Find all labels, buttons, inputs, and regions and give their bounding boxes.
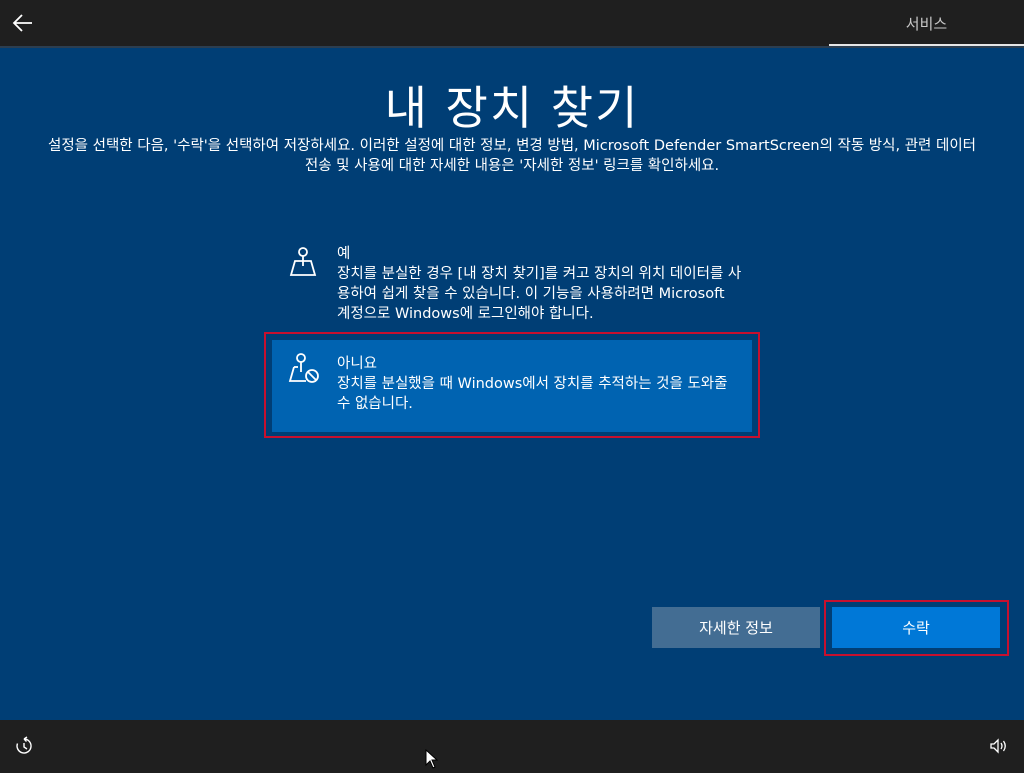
ease-of-access-button[interactable] xyxy=(12,734,36,758)
option-no[interactable]: 아니요 장치를 분실했을 때 Windows에서 장치를 추적하는 것을 도와줄… xyxy=(272,340,752,432)
back-button[interactable] xyxy=(6,6,40,40)
page-description: 설정을 선택한 다음, '수락'을 선택하여 저장하세요. 이러한 설정에 대한… xyxy=(47,138,977,174)
top-bar: 서비스 xyxy=(0,0,1024,46)
option-yes[interactable]: 예 장치를 분실한 경우 [내 장치 찾기]를 켜고 장치의 위치 데이터를 사… xyxy=(272,244,752,326)
accept-button[interactable]: 수락 xyxy=(832,607,1000,648)
volume-icon xyxy=(990,738,1006,754)
option-title: 예 xyxy=(337,246,351,262)
location-map-blocked-icon xyxy=(286,350,320,384)
option-title: 아니요 xyxy=(337,356,378,372)
tab-services[interactable]: 서비스 xyxy=(829,0,1024,46)
mouse-cursor xyxy=(425,748,439,769)
page-title: 내 장치 찾기 xyxy=(384,81,640,135)
bottom-bar xyxy=(0,720,1024,768)
ease-of-access-icon xyxy=(16,736,32,754)
volume-button[interactable] xyxy=(986,734,1010,758)
more-info-button[interactable]: 자세한 정보 xyxy=(652,607,820,648)
option-body: 장치를 분실했을 때 Windows에서 장치를 추적하는 것을 도와줄 수 없… xyxy=(337,376,728,412)
back-arrow-icon xyxy=(12,14,32,32)
option-body: 장치를 분실한 경우 [내 장치 찾기]를 켜고 장치의 위치 데이터를 사용하… xyxy=(337,266,742,322)
location-map-icon xyxy=(286,244,320,278)
